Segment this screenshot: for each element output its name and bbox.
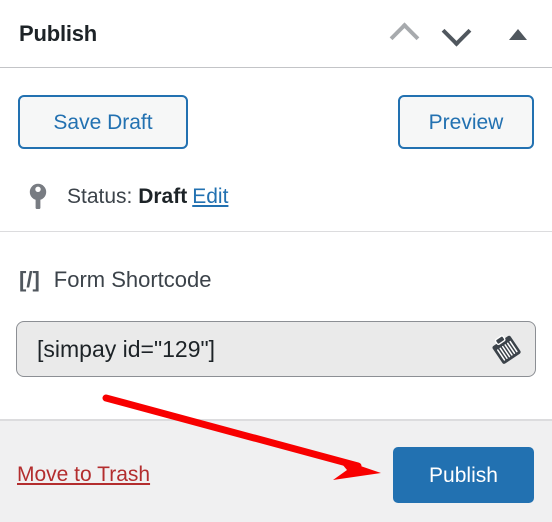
chevron-up-icon [389, 21, 419, 52]
edit-status-link[interactable]: Edit [192, 185, 228, 208]
move-to-trash-link[interactable]: Move to Trash [17, 462, 150, 488]
minor-publishing-actions: Save Draft Preview [0, 68, 552, 164]
shortcode-brackets-icon: [/] [19, 267, 40, 292]
shortcode-input[interactable] [17, 322, 477, 376]
post-status-text: Status: Draft Edit [67, 178, 228, 216]
misc-publishing-actions: Status: Draft Edit [0, 164, 552, 232]
panel-header: Publish [0, 0, 552, 68]
publish-button[interactable]: Publish [393, 447, 534, 503]
publish-metabox: Publish Save Draft Preview Status: Draft… [0, 0, 552, 522]
save-draft-button[interactable]: Save Draft [18, 95, 188, 149]
status-value: Draft [138, 185, 188, 208]
form-shortcode-label: Form Shortcode [53, 267, 212, 292]
post-status-row: Status: Draft Edit [19, 178, 228, 216]
toggle-panel-icon[interactable] [500, 16, 536, 52]
chevron-down-icon [441, 16, 471, 47]
preview-button[interactable]: Preview [398, 95, 534, 149]
post-status-pin-icon [19, 178, 57, 216]
triangle-up-icon [509, 28, 527, 40]
copy-clipboard-icon[interactable] [477, 322, 535, 376]
order-higher-icon[interactable] [386, 16, 422, 52]
order-lower-icon[interactable] [438, 16, 474, 52]
page-title: Publish [19, 21, 98, 46]
form-shortcode-section: [/] Form Shortcode [0, 233, 552, 420]
shortcode-field[interactable] [16, 321, 536, 377]
status-label: Status: [67, 185, 133, 208]
form-shortcode-heading: [/] Form Shortcode [19, 265, 212, 295]
